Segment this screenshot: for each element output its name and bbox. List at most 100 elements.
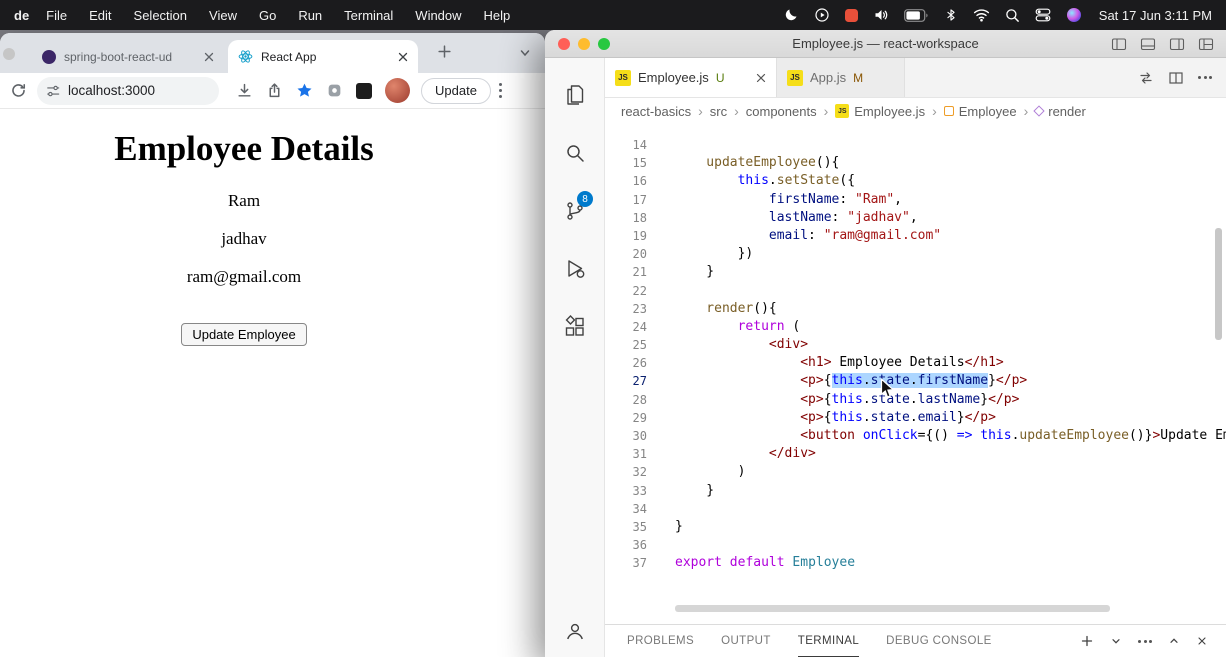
- tab-close-icon[interactable]: [204, 52, 214, 62]
- spotlight-search-icon[interactable]: [1005, 8, 1020, 23]
- line-content[interactable]: }): [675, 245, 754, 263]
- account-icon[interactable]: [545, 619, 604, 643]
- menu-item-terminal[interactable]: Terminal: [333, 8, 404, 23]
- close-traffic-light[interactable]: [558, 38, 570, 50]
- panel-close-icon[interactable]: [1196, 635, 1208, 647]
- browser-tab-spring-boot[interactable]: spring-boot-react-ud: [32, 40, 224, 73]
- line-content[interactable]: email: "ram@gmail.com": [675, 227, 941, 245]
- profile-avatar[interactable]: [385, 78, 410, 103]
- line-content[interactable]: export default Employee: [675, 554, 855, 572]
- browser-tab-react-app[interactable]: React App: [228, 40, 418, 73]
- tab-close-icon[interactable]: [398, 52, 408, 62]
- breadcrumb-item-src[interactable]: src: [710, 104, 727, 119]
- download-icon[interactable]: [236, 82, 253, 99]
- wifi-icon[interactable]: [973, 8, 990, 22]
- battery-icon[interactable]: [903, 8, 929, 22]
- reload-icon[interactable]: [10, 82, 27, 99]
- line-content[interactable]: <div>: [675, 336, 808, 354]
- explorer-icon[interactable]: [545, 66, 604, 124]
- line-content[interactable]: }: [675, 482, 714, 500]
- siri-icon[interactable]: [1066, 7, 1082, 23]
- extensions-icon[interactable]: [545, 298, 604, 356]
- menu-item-selection[interactable]: Selection: [123, 8, 198, 23]
- menu-item-run[interactable]: Run: [287, 8, 333, 23]
- search-icon[interactable]: [545, 124, 604, 182]
- menu-item-help[interactable]: Help: [473, 8, 522, 23]
- panel-maximize-chevron-icon[interactable]: [1168, 635, 1180, 647]
- line-content[interactable]: firstName: "Ram",: [675, 191, 902, 209]
- address-bar[interactable]: localhost:3000: [37, 76, 219, 105]
- menu-item-view[interactable]: View: [198, 8, 248, 23]
- line-content[interactable]: <p>{this.state.email}</p>: [675, 409, 996, 427]
- new-terminal-plus-icon[interactable]: [1080, 634, 1094, 648]
- line-content[interactable]: render(){: [675, 300, 776, 318]
- line-content[interactable]: <button onClick={() => this.updateEmploy…: [675, 427, 1226, 445]
- breadcrumb-item-employee-js[interactable]: Employee.js: [854, 104, 925, 119]
- breadcrumb-item-react-basics[interactable]: react-basics: [621, 104, 691, 119]
- line-content[interactable]: <p>{this.state.firstName}</p>: [675, 372, 1027, 390]
- zoom-traffic-light[interactable]: [598, 38, 610, 50]
- panel-tab-debug-console[interactable]: DEBUG CONSOLE: [886, 625, 992, 657]
- panel-tab-terminal[interactable]: TERMINAL: [797, 625, 860, 657]
- breadcrumb-item-components[interactable]: components: [746, 104, 817, 119]
- line-content[interactable]: updateEmployee(){: [675, 154, 839, 172]
- minimize-traffic-light[interactable]: [578, 38, 590, 50]
- menu-item-file[interactable]: File: [35, 8, 78, 23]
- play-circle-icon[interactable]: [814, 7, 830, 23]
- extension-icon[interactable]: [326, 82, 343, 99]
- update-employee-button[interactable]: Update Employee: [181, 323, 307, 346]
- menubar-clock[interactable]: Sat 17 Jun 3:11 PM: [1099, 8, 1212, 23]
- line-content[interactable]: }: [675, 518, 683, 536]
- horizontal-scrollbar[interactable]: [675, 605, 1110, 612]
- code-editor[interactable]: 14 15 updateEmployee(){16 this.setState({17…: [605, 124, 1226, 624]
- layout-sidebar-left-icon[interactable]: [1111, 36, 1127, 52]
- panel-tab-problems[interactable]: PROBLEMS: [627, 625, 694, 657]
- tab-close-icon[interactable]: [756, 73, 766, 83]
- line-content[interactable]: ): [675, 463, 746, 481]
- new-tab-button[interactable]: [437, 44, 452, 59]
- menubar-app-name[interactable]: de: [14, 8, 29, 23]
- menu-item-go[interactable]: Go: [248, 8, 287, 23]
- open-changes-icon[interactable]: [1138, 70, 1154, 86]
- bookmark-star-icon[interactable]: [296, 82, 313, 99]
- red-square-app-icon[interactable]: [844, 8, 858, 22]
- line-content[interactable]: return (: [675, 318, 801, 336]
- layout-panel-icon[interactable]: [1140, 36, 1156, 52]
- browser-menu-kebab-icon[interactable]: [498, 82, 503, 99]
- line-content[interactable]: <p>{this.state.lastName}</p>: [675, 391, 1019, 409]
- browser-traffic-light[interactable]: [3, 48, 15, 60]
- source-control-icon[interactable]: 8: [545, 182, 604, 240]
- panel-more-icon[interactable]: [1138, 639, 1152, 643]
- editor-more-actions-icon[interactable]: [1198, 76, 1212, 79]
- split-editor-icon[interactable]: [1168, 70, 1184, 86]
- control-center-icon[interactable]: [1035, 7, 1051, 23]
- browser-viewport: Employee Details Ram jadhav ram@gmail.com …: [0, 109, 545, 657]
- notion-extension-icon[interactable]: [356, 82, 372, 99]
- volume-icon[interactable]: [873, 7, 889, 23]
- editor-tab-app-js[interactable]: JS App.js M: [777, 58, 905, 97]
- line-content[interactable]: this.setState({: [675, 172, 855, 190]
- update-browser-button[interactable]: Update: [421, 77, 491, 104]
- layout-sidebar-right-icon[interactable]: [1169, 36, 1185, 52]
- editor-tab-employee-js[interactable]: JS Employee.js U: [605, 58, 777, 97]
- moon-icon[interactable]: [783, 7, 799, 23]
- line-content[interactable]: <h1> Employee Details</h1>: [675, 354, 1004, 372]
- run-debug-icon[interactable]: [545, 240, 604, 298]
- menu-item-edit[interactable]: Edit: [78, 8, 122, 23]
- layout-customize-icon[interactable]: [1198, 36, 1214, 52]
- site-info-icon[interactable]: [46, 84, 60, 98]
- tab-search-chevron-icon[interactable]: [519, 47, 531, 59]
- terminal-profile-chevron-icon[interactable]: [1110, 635, 1122, 647]
- line-content[interactable]: }: [675, 263, 714, 281]
- line-content[interactable]: lastName: "jadhav",: [675, 209, 918, 227]
- menu-item-window[interactable]: Window: [404, 8, 472, 23]
- share-icon[interactable]: [266, 82, 283, 99]
- breadcrumb-item-employee[interactable]: Employee: [959, 104, 1017, 119]
- panel-tab-output[interactable]: OUTPUT: [721, 625, 771, 657]
- line-number: 16: [632, 174, 647, 189]
- line-content[interactable]: </div>: [675, 445, 816, 463]
- vertical-scrollbar[interactable]: [1215, 228, 1222, 340]
- breadcrumb-item-render[interactable]: render: [1048, 104, 1086, 119]
- line-number: 33: [632, 483, 647, 498]
- bluetooth-icon[interactable]: [944, 7, 958, 23]
